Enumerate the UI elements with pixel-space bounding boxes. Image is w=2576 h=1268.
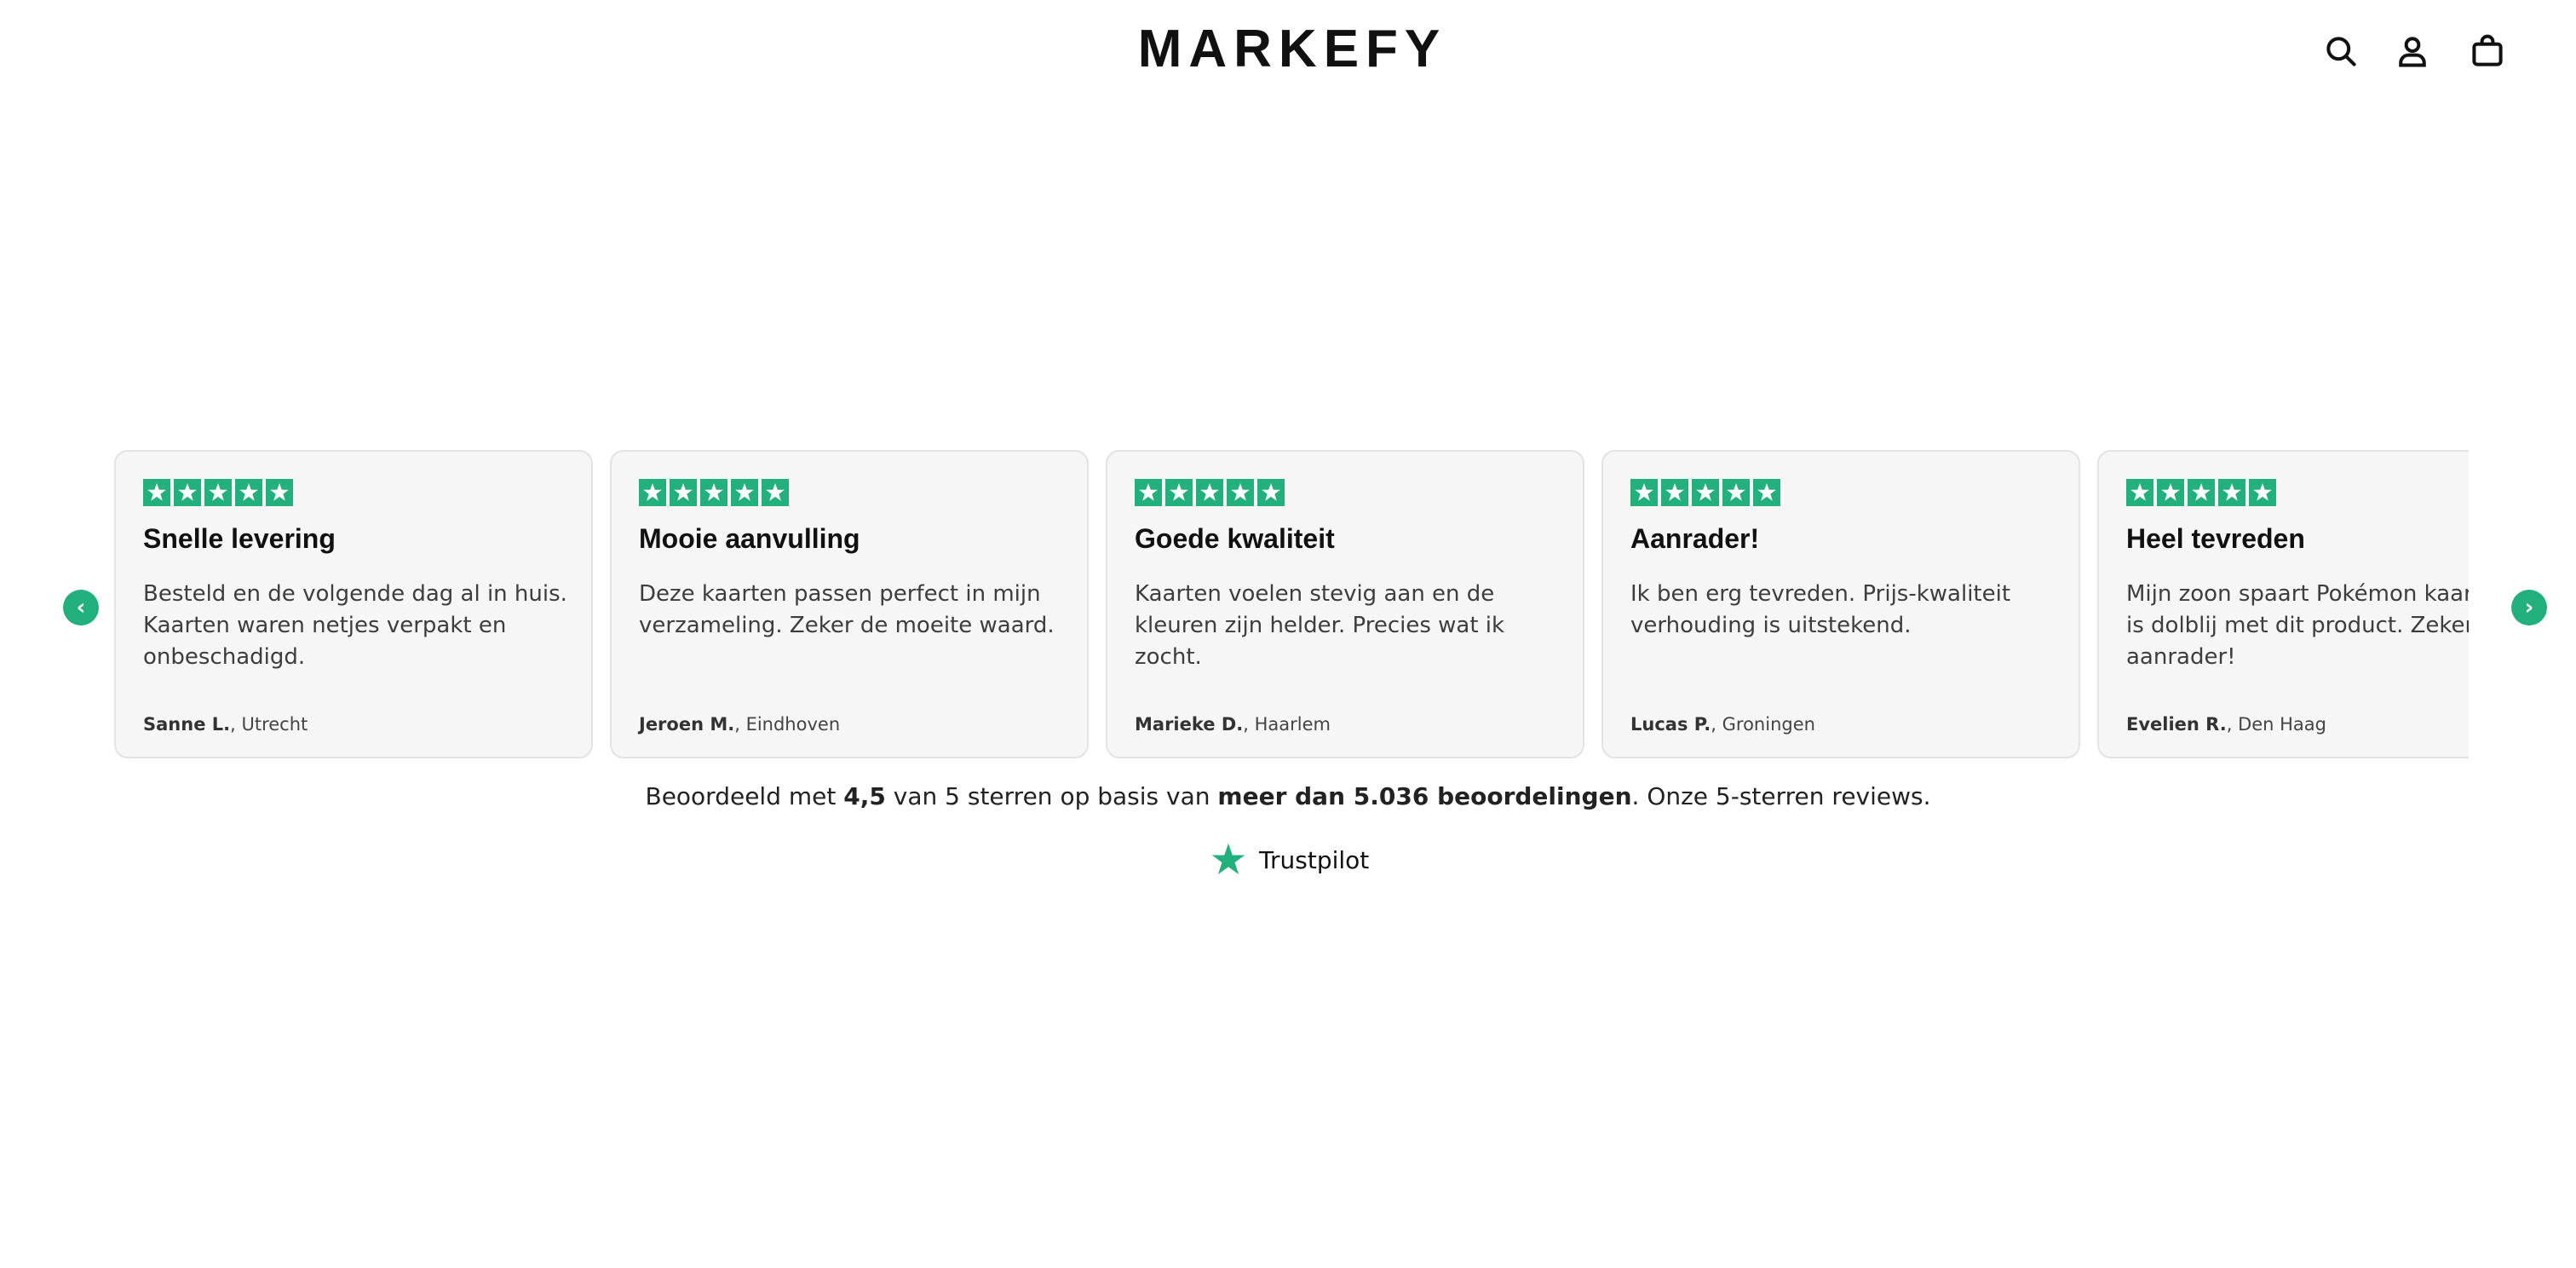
review-author: Jeroen M., Eindhoven (639, 714, 840, 735)
summary-text-1: Beoordeeld met (645, 782, 844, 810)
review-text: Besteld en de volgende dag al in huis. K… (143, 581, 567, 670)
star-rating (143, 479, 564, 506)
star-icon (762, 479, 789, 506)
star-icon (731, 479, 758, 506)
star-icon (670, 479, 697, 506)
review-card: Mooie aanvulling Deze kaarten passen per… (610, 450, 1089, 758)
star-icon (1692, 479, 1719, 506)
rating-summary: Beoordeeld met 4,5 van 5 sterren op basi… (0, 782, 2576, 810)
review-text: Ik ben erg tevreden. Prijs-kwaliteit ver… (1630, 581, 2011, 638)
star-icon (1135, 479, 1162, 506)
reviews-carousel: Snelle levering Besteld en de volgende d… (114, 450, 2469, 758)
carousel-prev-button[interactable]: ‹ (63, 590, 99, 625)
star-icon (1722, 479, 1750, 506)
star-icon (204, 479, 232, 506)
search-icon[interactable] (2322, 32, 2360, 70)
star-icon (266, 479, 293, 506)
review-title: Aanrader! (1630, 523, 1760, 554)
star-icon (639, 479, 666, 506)
author-location: , Utrecht (230, 714, 308, 735)
star-rating (1135, 479, 1555, 506)
star-icon (143, 479, 170, 506)
star-icon (1661, 479, 1688, 506)
author-name: Sanne L. (143, 714, 231, 735)
review-title: Heel tevreden (2126, 523, 2305, 554)
star-rating (2126, 479, 2469, 506)
star-icon (2126, 479, 2153, 506)
review-text: Deze kaarten passen perfect in mijn verz… (639, 581, 1055, 638)
trustpilot-name: Trustpilot (1259, 845, 1370, 874)
star-rating (639, 479, 1060, 506)
site-logo[interactable]: MARKEFY (1135, 20, 1450, 78)
star-rating (1630, 479, 2051, 506)
author-name: Jeroen M. (639, 714, 735, 735)
review-author: Sanne L., Utrecht (143, 714, 308, 735)
review-title: Mooie aanvulling (639, 523, 860, 554)
summary-count: meer dan 5.036 beoordelingen (1217, 782, 1632, 810)
summary-text-2: van 5 sterren op basis van (885, 782, 1218, 810)
star-icon (1227, 479, 1254, 506)
review-title: Goede kwaliteit (1135, 523, 1335, 554)
star-icon (1196, 479, 1223, 506)
star-icon (2157, 479, 2184, 506)
star-icon (1165, 479, 1193, 506)
author-location: , Groningen (1711, 714, 1815, 735)
site-header: MARKEFY (0, 0, 2576, 102)
review-author: Evelien R., Den Haag (2126, 714, 2326, 735)
summary-text-3: . Onze 5-sterren reviews. (1631, 782, 1931, 810)
summary-rating: 4,5 (843, 782, 886, 810)
review-card: Goede kwaliteit Kaarten voelen stevig aa… (1106, 450, 1584, 758)
review-author: Marieke D., Haarlem (1135, 714, 1331, 735)
author-location: , Den Haag (2226, 714, 2327, 735)
review-author: Lucas P., Groningen (1630, 714, 1815, 735)
review-title: Snelle levering (143, 523, 336, 554)
author-name: Lucas P. (1630, 714, 1711, 735)
review-text: Kaarten voelen stevig aan en de kleuren … (1135, 581, 1505, 670)
review-card: Aanrader! Ik ben erg tevreden. Prijs-kwa… (1601, 450, 2080, 758)
trustpilot-logo[interactable]: Trustpilot (1210, 839, 1369, 880)
author-location: , Eindhoven (734, 714, 841, 735)
star-icon (174, 479, 201, 506)
star-icon (1753, 479, 1780, 506)
author-name: Evelien R. (2126, 714, 2227, 735)
cart-icon[interactable] (2469, 32, 2506, 70)
review-text: Mijn zoon spaart Pokémon kaarten en is d… (2126, 581, 2469, 670)
account-icon[interactable] (2394, 32, 2431, 70)
review-card: Heel tevreden Mijn zoon spaart Pokémon k… (2097, 450, 2469, 758)
carousel-next-button[interactable]: › (2511, 590, 2547, 625)
star-icon (1257, 479, 1285, 506)
star-icon (2249, 479, 2276, 506)
author-location: , Haarlem (1243, 714, 1331, 735)
star-icon (2218, 479, 2245, 506)
star-icon (1630, 479, 1658, 506)
star-icon (2188, 479, 2215, 506)
trustpilot-star-icon (1211, 843, 1245, 875)
author-name: Marieke D. (1135, 714, 1244, 735)
star-icon (235, 479, 262, 506)
review-card: Snelle levering Besteld en de volgende d… (114, 450, 593, 758)
star-icon (700, 479, 727, 506)
